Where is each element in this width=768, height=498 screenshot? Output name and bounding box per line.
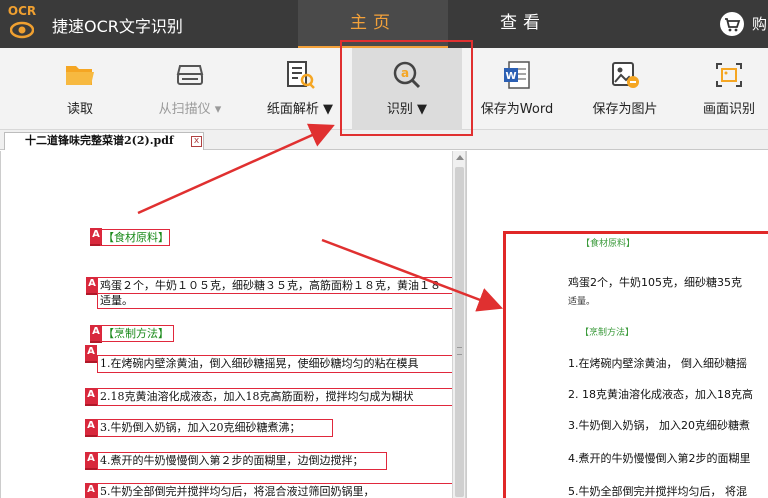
recognition-region[interactable]: 【食材原料】 bbox=[100, 229, 170, 246]
result-line: 3.牛奶倒入奶锅， 加入20克细砂糖煮 bbox=[568, 419, 750, 432]
read-label: 读取 bbox=[66, 102, 93, 117]
result-line: 【食材原料】 bbox=[581, 239, 636, 249]
buy-label[interactable]: 购 bbox=[752, 13, 767, 34]
result-line: 【烹制方法】 bbox=[580, 328, 635, 338]
ocr-app-window: OCR 捷速OCR文字识别 主页 查看 购 读取 从扫描仪 ▾ 纸面解析 ▼ a… bbox=[0, 0, 768, 498]
scroll-up-arrow-icon[interactable] bbox=[456, 155, 464, 160]
result-line: 鸡蛋2个，牛奶105克，细砂糖35克 bbox=[568, 276, 742, 289]
save-as-image-button[interactable]: 保存为图片 bbox=[580, 48, 670, 130]
cart-button[interactable] bbox=[720, 12, 744, 36]
recognition-region[interactable]: 2.18克黄油溶化成液态，加入18克高筋面粉，搅拌均匀成为糊状 bbox=[97, 388, 452, 406]
vertical-scrollbar[interactable] bbox=[452, 151, 466, 498]
save-as-image-label: 保存为图片 bbox=[592, 102, 658, 117]
result-line: 4.煮开的牛奶慢慢倒入第2步的面糊里 bbox=[568, 452, 751, 465]
screen-capture-icon bbox=[716, 63, 742, 87]
document-tab[interactable]: 十二道锋味完整菜谱2(2).pdf x bbox=[4, 132, 204, 150]
close-tab-button[interactable]: x bbox=[191, 136, 202, 147]
recognition-region[interactable]: 适量。 bbox=[97, 293, 452, 309]
svg-text:W: W bbox=[505, 71, 516, 82]
folder-icon bbox=[66, 66, 94, 85]
recognition-region[interactable]: 4.煮开的牛奶慢慢倒入第２步的面糊里，边倒边搅拌； bbox=[97, 452, 387, 470]
recognition-region[interactable]: 鸡蛋２个，牛奶１０５克，细砂糖３５克，高筋面粉１８克，黄油１８ bbox=[97, 277, 452, 294]
region-marker[interactable]: A bbox=[85, 345, 97, 363]
app-logo: OCR bbox=[4, 4, 40, 44]
recognition-region[interactable]: 1.在烤碗内壁涂黄油，倒入细砂糖摇晃，使细砂糖均匀的粘在模具 bbox=[97, 355, 452, 373]
result-line: 5.牛奶全部倒完并搅拌均匀后， 将混 bbox=[568, 485, 747, 498]
from-scanner-button[interactable]: 从扫描仪 ▾ bbox=[140, 48, 240, 130]
logo-text: OCR bbox=[7, 4, 37, 18]
result-page: 【食材原料】 鸡蛋2个，牛奶105克，细砂糖35克 适量。 【烹制方法】 1.在… bbox=[503, 231, 768, 498]
scroll-thumb[interactable] bbox=[455, 167, 464, 497]
page-analyze-icon bbox=[287, 61, 315, 89]
highlight-box bbox=[340, 40, 473, 136]
region-marker[interactable]: A bbox=[85, 452, 97, 470]
recognition-region[interactable]: 3.牛奶倒入奶锅，加入20克细砂糖煮沸； bbox=[97, 419, 333, 437]
result-line: 1.在烤碗内壁涂黄油， 倒入细砂糖摇 bbox=[568, 357, 747, 370]
screen-recognize-button[interactable]: 画面识别 bbox=[690, 48, 768, 130]
app-title: 捷速OCR文字识别 bbox=[52, 17, 183, 36]
recognition-result-pane[interactable]: 【食材原料】 鸡蛋2个，牛奶105克，细砂糖35克 适量。 【烹制方法】 1.在… bbox=[466, 151, 768, 498]
cart-icon bbox=[725, 18, 741, 32]
save-as-word-button[interactable]: W 保存为Word bbox=[472, 48, 562, 130]
from-scanner-label: 从扫描仪 ▾ bbox=[158, 102, 222, 117]
eye-logo-icon bbox=[10, 21, 34, 39]
source-document-pane[interactable]: A 【食材原料】 A 鸡蛋２个，牛奶１０５克，细砂糖３５克，高筋面粉１８克，黄油… bbox=[0, 151, 452, 498]
page-analysis-label: 纸面解析 ▼ bbox=[266, 102, 334, 117]
scroll-grip-icon bbox=[457, 347, 462, 355]
page-analysis-button[interactable]: 纸面解析 ▼ bbox=[258, 48, 342, 130]
document-filename: 十二道锋味完整菜谱2(2).pdf bbox=[25, 134, 174, 147]
scanner-icon bbox=[176, 65, 204, 85]
result-line: 2. 18克黄油溶化成液态，加入18克高 bbox=[568, 388, 753, 401]
region-marker[interactable]: A bbox=[85, 419, 97, 437]
read-button[interactable]: 读取 bbox=[40, 48, 120, 130]
result-line: 适量。 bbox=[568, 297, 596, 307]
recognition-region[interactable]: 5.牛奶全部倒完并搅拌均匀后，将混合液过筛回奶锅里， bbox=[97, 483, 452, 498]
save-image-icon bbox=[612, 62, 639, 88]
screen-recognize-label: 画面识别 bbox=[702, 102, 755, 117]
word-icon: W bbox=[504, 61, 530, 89]
region-marker[interactable]: A bbox=[85, 483, 97, 498]
recognition-region[interactable]: 【烹制方法】 bbox=[100, 325, 174, 342]
region-marker[interactable]: A bbox=[85, 388, 97, 406]
save-as-word-label: 保存为Word bbox=[480, 102, 554, 117]
